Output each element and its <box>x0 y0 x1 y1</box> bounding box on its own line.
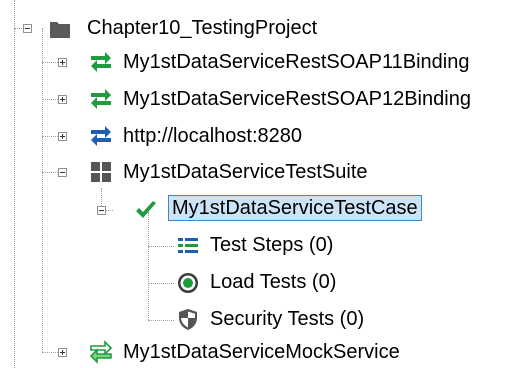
interface-swap-icon <box>91 89 111 109</box>
expand-toggle[interactable] <box>58 58 67 67</box>
tree-item-label[interactable]: http://localhost:8280 <box>123 123 302 149</box>
project-tree: Chapter10_TestingProject My1stDataServic… <box>0 0 530 368</box>
tree-item-label[interactable]: Test Steps (0) <box>210 232 333 258</box>
gauge-icon <box>178 273 198 293</box>
tree-item-label[interactable]: My1stDataServiceRestSOAP11Binding <box>123 49 469 75</box>
mock-swap-icon <box>89 340 113 364</box>
collapse-toggle[interactable] <box>23 24 32 33</box>
tree-item-label[interactable]: My1stDataServiceTestSuite <box>123 159 368 185</box>
collapse-toggle[interactable] <box>97 206 106 215</box>
tree-item-label[interactable]: Security Tests (0) <box>210 306 364 332</box>
tree-line <box>42 28 43 352</box>
testsuite-grid-icon <box>91 162 111 182</box>
expand-toggle[interactable] <box>58 348 67 357</box>
tree-line <box>101 188 102 208</box>
shield-icon <box>179 309 197 330</box>
tree-line <box>148 283 174 284</box>
list-icon <box>178 238 198 253</box>
tree-line <box>148 320 174 321</box>
collapse-toggle[interactable] <box>58 168 67 177</box>
tree-item-label[interactable]: Load Tests (0) <box>210 269 336 295</box>
tree-line <box>148 246 174 247</box>
expand-toggle[interactable] <box>58 95 67 104</box>
folder-icon <box>50 22 70 38</box>
tree-item-label[interactable]: My1stDataServiceMockService <box>123 339 400 365</box>
expand-toggle[interactable] <box>58 132 67 141</box>
rest-swap-icon <box>91 126 111 146</box>
tree-line <box>148 212 149 320</box>
checkmark-icon <box>136 201 156 218</box>
tree-item-selected-label[interactable]: My1stDataServiceTestCase <box>168 195 422 221</box>
tree-item-label[interactable]: My1stDataServiceRestSOAP12Binding <box>123 86 471 112</box>
interface-swap-icon <box>91 52 111 72</box>
tree-line <box>14 0 15 368</box>
tree-item-root-label[interactable]: Chapter10_TestingProject <box>87 15 317 41</box>
